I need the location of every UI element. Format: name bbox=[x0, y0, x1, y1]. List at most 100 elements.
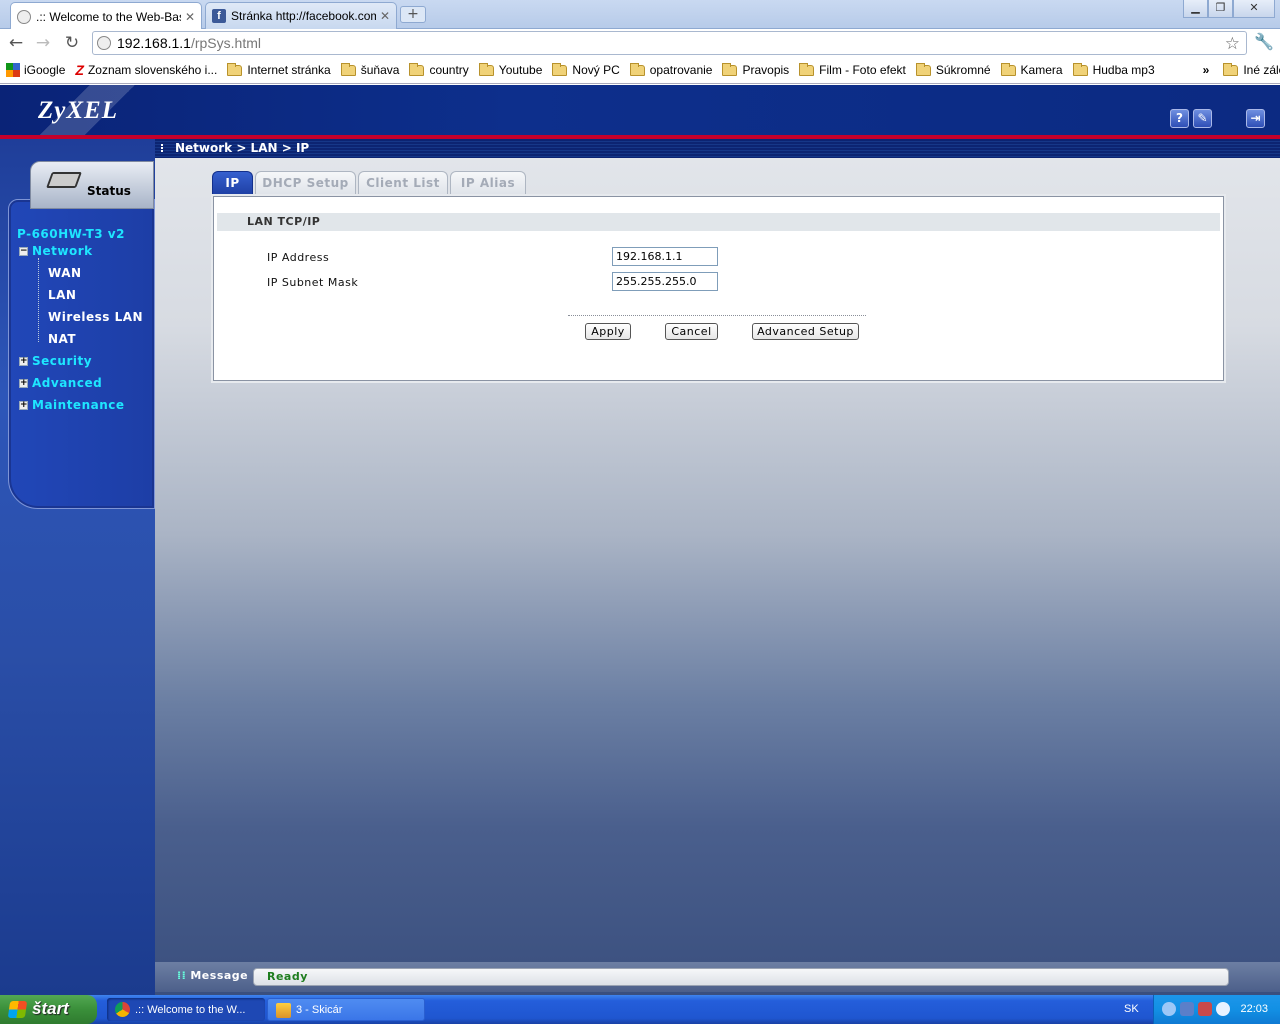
wizard-icon[interactable]: ✎ bbox=[1193, 109, 1212, 128]
network-icon[interactable] bbox=[1180, 1002, 1194, 1016]
globe-icon bbox=[17, 9, 31, 24]
status-tab[interactable]: Status bbox=[30, 161, 154, 209]
language-indicator[interactable]: SK bbox=[1124, 1003, 1139, 1015]
forward-icon[interactable]: → bbox=[32, 32, 54, 54]
taskbar-item-chrome[interactable]: .:: Welcome to the W... bbox=[107, 998, 265, 1021]
bookmark-label: Súkromné bbox=[935, 63, 991, 77]
bookmark-zoznam[interactable]: Z Zoznam slovenského i... bbox=[75, 62, 217, 78]
bookmark-folder[interactable]: Youtube bbox=[478, 62, 543, 77]
tab-dhcp-setup[interactable]: DHCP Setup bbox=[255, 171, 356, 195]
task-label: .:: Welcome to the W... bbox=[135, 1003, 246, 1016]
bookmark-label: Zoznam slovenského i... bbox=[87, 63, 218, 77]
bookmark-folder[interactable]: opatrovanie bbox=[629, 62, 712, 77]
bookmark-label: Film - Foto efekt bbox=[819, 63, 906, 77]
ip-address-label: IP Address bbox=[267, 251, 330, 264]
paint-icon bbox=[276, 1003, 291, 1018]
bookmark-label: šuňava bbox=[360, 63, 400, 77]
bookmark-label: Kamera bbox=[1020, 63, 1063, 77]
restore-button[interactable]: ❐ bbox=[1208, 0, 1233, 18]
start-button[interactable]: štart bbox=[0, 995, 97, 1024]
tab-ip[interactable]: IP bbox=[212, 171, 253, 195]
tab-ip-alias[interactable]: IP Alias bbox=[450, 171, 526, 195]
browser-tab-facebook[interactable]: f Stránka http://facebook.com/ ✕ bbox=[205, 2, 397, 29]
address-bar[interactable]: 192.168.1.1/rpSys.html ☆ bbox=[92, 31, 1247, 55]
close-tab-icon[interactable]: ✕ bbox=[380, 9, 390, 23]
folder-icon bbox=[1000, 62, 1016, 76]
bookmark-star-icon[interactable]: ☆ bbox=[1225, 34, 1240, 54]
update-icon[interactable] bbox=[1216, 1002, 1230, 1016]
nav-security[interactable]: Security bbox=[32, 354, 92, 368]
minimize-button[interactable]: ▁ bbox=[1183, 0, 1208, 18]
bookmark-folder[interactable]: Súkromné bbox=[915, 62, 991, 77]
apply-button[interactable]: Apply bbox=[585, 323, 631, 340]
folder-icon bbox=[799, 62, 815, 76]
router-icon bbox=[46, 172, 82, 188]
windows-logo-icon bbox=[7, 1001, 28, 1018]
browser-toolbar: ← → ↻ 192.168.1.1/rpSys.html ☆ 🔧 bbox=[0, 29, 1280, 57]
expand-icon[interactable]: + bbox=[19, 401, 28, 410]
zoznam-icon: Z bbox=[75, 62, 84, 78]
logout-icon[interactable]: ⇥ bbox=[1246, 109, 1265, 128]
tab-title: .:: Welcome to the Web-Based bbox=[36, 9, 181, 24]
bookmark-folder[interactable]: Nový PC bbox=[552, 62, 620, 77]
folder-icon bbox=[629, 62, 645, 76]
zyxel-logo: ZyXEL bbox=[38, 97, 118, 124]
nav-advanced[interactable]: Advanced bbox=[32, 376, 102, 390]
bookmark-folder[interactable]: Pravopis bbox=[722, 62, 790, 77]
url-path: /rpSys.html bbox=[190, 35, 261, 51]
folder-icon bbox=[478, 62, 494, 76]
bookmark-folder[interactable]: Kamera bbox=[1000, 62, 1063, 77]
other-bookmarks[interactable]: Iné záložky bbox=[1223, 62, 1280, 77]
message-label: ⁞⁞ Message bbox=[177, 969, 248, 982]
tab-client-list[interactable]: Client List bbox=[358, 171, 448, 195]
close-window-button[interactable]: ✕ bbox=[1233, 0, 1275, 18]
device-model: P-660HW-T3 v2 bbox=[17, 227, 125, 241]
nav-network[interactable]: Network bbox=[32, 244, 93, 258]
back-icon[interactable]: ← bbox=[5, 32, 27, 54]
advanced-setup-button[interactable]: Advanced Setup bbox=[752, 323, 859, 340]
nav-lan[interactable]: LAN bbox=[48, 288, 76, 302]
folder-icon bbox=[227, 62, 243, 76]
collapse-icon[interactable]: − bbox=[19, 247, 28, 256]
bookmark-folder[interactable]: šuňava bbox=[340, 62, 400, 77]
bookmark-igoogle[interactable]: iGoogle bbox=[6, 63, 65, 77]
security-icon[interactable] bbox=[1198, 1002, 1212, 1016]
bookmark-label: Youtube bbox=[498, 63, 543, 77]
cancel-button[interactable]: Cancel bbox=[665, 323, 718, 340]
expand-icon[interactable]: + bbox=[19, 357, 28, 366]
browser-tab-router[interactable]: .:: Welcome to the Web-Based ✕ bbox=[10, 2, 202, 30]
page-icon bbox=[97, 36, 111, 50]
bookmark-folder[interactable]: Hudba mp3 bbox=[1072, 62, 1155, 77]
reload-icon[interactable]: ↻ bbox=[61, 32, 83, 54]
help-icon[interactable]: ? bbox=[1170, 109, 1189, 128]
breadcrumb-icon bbox=[161, 144, 167, 152]
bookmark-label: Pravopis bbox=[742, 63, 790, 77]
folder-icon bbox=[409, 62, 425, 76]
new-tab-button[interactable]: + bbox=[400, 6, 426, 23]
message-icon: ⁞⁞ bbox=[177, 969, 187, 982]
button-separator bbox=[568, 315, 866, 316]
message-bar: ⁞⁞ Message Ready bbox=[155, 962, 1280, 992]
bookmark-label: iGoogle bbox=[24, 63, 66, 77]
nav-wireless-lan[interactable]: Wireless LAN bbox=[48, 310, 143, 324]
wrench-icon[interactable]: 🔧 bbox=[1254, 32, 1274, 51]
bookmark-folder[interactable]: country bbox=[409, 62, 469, 77]
breadcrumb-bar: Network > LAN > IP bbox=[155, 139, 1280, 158]
chrome-icon bbox=[115, 1002, 130, 1017]
bookmark-label: Iné záložky bbox=[1243, 63, 1280, 77]
bookmark-folder[interactable]: Internet stránka bbox=[227, 62, 331, 77]
bookmark-folder[interactable]: Film - Foto efekt bbox=[799, 62, 906, 77]
taskbar-item-paint[interactable]: 3 - Skicár bbox=[267, 998, 425, 1021]
close-tab-icon[interactable]: ✕ bbox=[185, 10, 195, 24]
bookmark-label: country bbox=[429, 63, 469, 77]
tray-arrow-icon[interactable] bbox=[1162, 1002, 1176, 1016]
subnet-mask-input[interactable] bbox=[612, 272, 718, 291]
ip-address-input[interactable] bbox=[612, 247, 718, 266]
nav-maintenance[interactable]: Maintenance bbox=[32, 398, 125, 412]
nav-nat[interactable]: NAT bbox=[48, 332, 76, 346]
bookmarks-overflow-button[interactable]: » bbox=[1203, 63, 1210, 77]
windows-taskbar: štart .:: Welcome to the W... 3 - Skicár… bbox=[0, 995, 1280, 1024]
clock: 22:03 bbox=[1240, 1003, 1268, 1015]
nav-wan[interactable]: WAN bbox=[48, 266, 82, 280]
expand-icon[interactable]: + bbox=[19, 379, 28, 388]
